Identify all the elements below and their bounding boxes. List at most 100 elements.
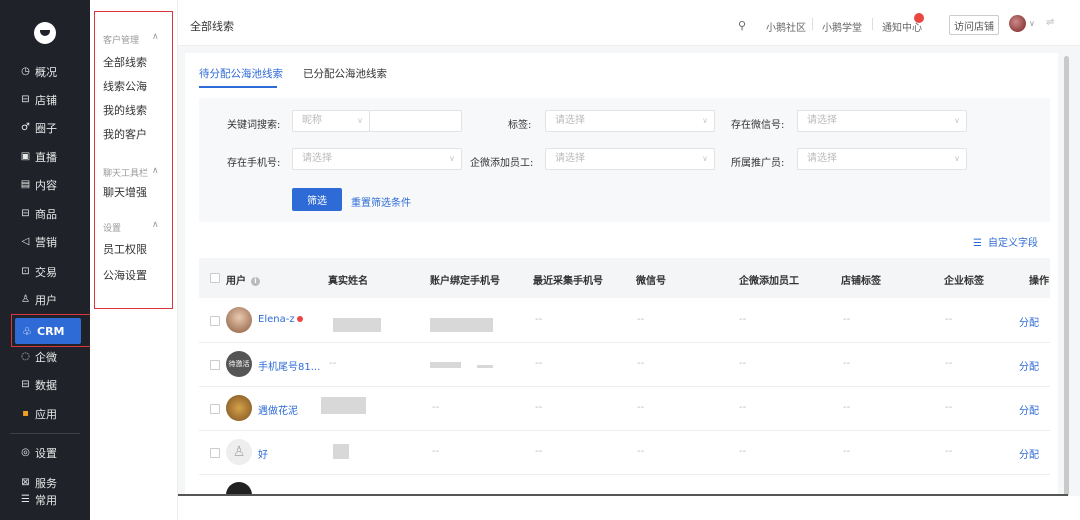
phone-label: 存在手机号: — [227, 158, 281, 169]
column-header-real-name: 真实姓名 — [328, 276, 368, 287]
tab-unassigned[interactable]: 待分配公海池线索 — [199, 66, 283, 81]
visit-store-button[interactable]: 访问店铺 — [949, 15, 999, 35]
notification-badge — [914, 13, 924, 23]
staff-cell: -- — [739, 314, 747, 325]
phone-select[interactable]: 请选择 ∨ — [292, 148, 462, 170]
tab-assigned[interactable]: 已分配公海池线索 — [303, 66, 387, 81]
nav-item-overview[interactable]: ◷ 概况 — [0, 61, 90, 83]
chevron-down-icon: ∨ — [702, 154, 708, 163]
promoter-label: 所属推广员: — [731, 158, 785, 169]
nav-item-users[interactable]: ♙ 用户 — [0, 289, 90, 311]
store-tag-cell: -- — [843, 402, 851, 413]
select-placeholder: 请选择 — [555, 153, 585, 164]
promoter-select[interactable]: 请选择 ∨ — [797, 148, 967, 170]
wechat-cell: -- — [637, 402, 645, 413]
nav-item-label: 店铺 — [35, 94, 57, 107]
column-header-bound-phone: 账户绑定手机号 — [430, 276, 500, 287]
wechat-cell: -- — [637, 358, 645, 369]
user-name[interactable]: Elena-z — [258, 314, 303, 325]
select-all-checkbox[interactable] — [210, 273, 220, 283]
info-icon[interactable]: i — [251, 276, 260, 286]
assign-link[interactable]: 分配 — [1019, 446, 1039, 461]
data-icon: ⊟ — [21, 379, 30, 390]
assign-link[interactable]: 分配 — [1019, 402, 1039, 417]
wechat-label: 存在微信号: — [731, 120, 785, 131]
tag-select[interactable]: 请选择 ∨ — [545, 110, 715, 132]
recent-phone-cell: -- — [535, 446, 543, 457]
circle-icon: ♂ — [21, 122, 30, 133]
staff-label: 企微添加员工: — [470, 158, 534, 169]
select-placeholder: 请选择 — [302, 153, 332, 164]
real-name-cell: -- — [329, 358, 337, 369]
column-header-action: 操作 — [1029, 276, 1049, 287]
chevron-down-icon[interactable]: ∨ — [1029, 19, 1035, 28]
row-divider — [199, 474, 1050, 475]
nav-item-settings[interactable]: ◎ 设置 — [0, 442, 90, 464]
avatar — [226, 395, 252, 421]
avatar[interactable] — [1009, 15, 1026, 32]
redacted-real-name — [321, 397, 366, 414]
wechat-select[interactable]: 请选择 ∨ — [797, 110, 967, 132]
nav-item-circle[interactable]: ♂ 圈子 — [0, 117, 90, 139]
top-bar — [178, 0, 1080, 46]
user-name[interactable]: 好 — [258, 446, 268, 461]
user-icon: ♙ — [21, 294, 30, 305]
filter-button[interactable]: 筛选 — [292, 188, 342, 211]
row-checkbox[interactable] — [210, 360, 220, 370]
bottom-area — [178, 496, 1080, 520]
staff-select[interactable]: 请选择 ∨ — [545, 148, 715, 170]
nav-item-live[interactable]: ▣ 直播 — [0, 146, 90, 168]
gear-icon: ◎ — [21, 447, 30, 458]
keyword-type-select[interactable]: 昵称 ∨ — [292, 110, 370, 132]
keyword-input[interactable] — [369, 110, 462, 132]
avatar: 待激活 — [226, 351, 252, 377]
recent-phone-cell: -- — [535, 314, 543, 325]
nav-item-data[interactable]: ⊟ 数据 — [0, 374, 90, 396]
wecom-icon: ◌ — [21, 351, 30, 362]
row-checkbox[interactable] — [210, 404, 220, 414]
nav-item-goods[interactable]: ⊟ 商品 — [0, 203, 90, 225]
nav-item-label: 直播 — [35, 151, 57, 164]
link-community[interactable]: 小鹅社区 — [766, 19, 806, 34]
link-academy[interactable]: 小鹅学堂 — [822, 19, 862, 34]
nav-item-content[interactable]: ▤ 内容 — [0, 174, 90, 196]
nav-item-label: 常用 — [35, 494, 57, 507]
chevron-down-icon: ∨ — [449, 154, 455, 163]
row-divider — [199, 386, 1050, 387]
nav-item-trade[interactable]: ⊡ 交易 — [0, 261, 90, 283]
chevron-down-icon: ∨ — [954, 116, 960, 125]
row-checkbox[interactable] — [210, 316, 220, 326]
nav-item-store[interactable]: ⊟ 店铺 — [0, 89, 90, 111]
search-icon[interactable]: ⚲ — [738, 19, 746, 32]
redacted-real-name — [333, 444, 349, 459]
switch-icon[interactable]: ⇌ — [1046, 17, 1054, 28]
menu-icon: ☰ — [21, 494, 30, 505]
active-tab-indicator — [199, 86, 277, 88]
row-checkbox[interactable] — [210, 448, 220, 458]
select-placeholder: 请选择 — [555, 115, 585, 126]
nav-item-apps[interactable]: ▪ 应用 — [0, 403, 90, 425]
nav-item-wecom[interactable]: ◌ 企微 — [0, 346, 90, 368]
staff-cell: -- — [739, 402, 747, 413]
column-header-enterprise-tag: 企业标签 — [944, 276, 984, 287]
column-header-wechat: 微信号 — [636, 276, 666, 287]
enterprise-tag-cell: -- — [945, 402, 953, 413]
select-placeholder: 请选择 — [807, 115, 837, 126]
assign-link[interactable]: 分配 — [1019, 358, 1039, 373]
assign-link[interactable]: 分配 — [1019, 314, 1039, 329]
clock-icon: ◷ — [21, 66, 30, 77]
redacted-phone-part — [477, 365, 493, 368]
table-header — [199, 258, 1050, 298]
custom-field-button[interactable]: ☰ 自定义字段 — [973, 234, 1038, 249]
reset-filter-link[interactable]: 重置筛选条件 — [351, 194, 411, 209]
nav-item-marketing[interactable]: ◁ 营销 — [0, 231, 90, 253]
scrollbar[interactable] — [1064, 56, 1069, 496]
nav-item-common[interactable]: ☰ 常用 — [0, 489, 90, 511]
divider — [812, 18, 813, 30]
store-tag-cell: -- — [843, 358, 851, 369]
store-icon: ⊟ — [21, 94, 30, 105]
app-logo[interactable] — [34, 22, 56, 44]
goods-icon: ⊟ — [21, 208, 30, 219]
user-name[interactable]: 遇做花泥 — [258, 402, 298, 417]
user-name[interactable]: 手机尾号81... — [258, 358, 320, 373]
